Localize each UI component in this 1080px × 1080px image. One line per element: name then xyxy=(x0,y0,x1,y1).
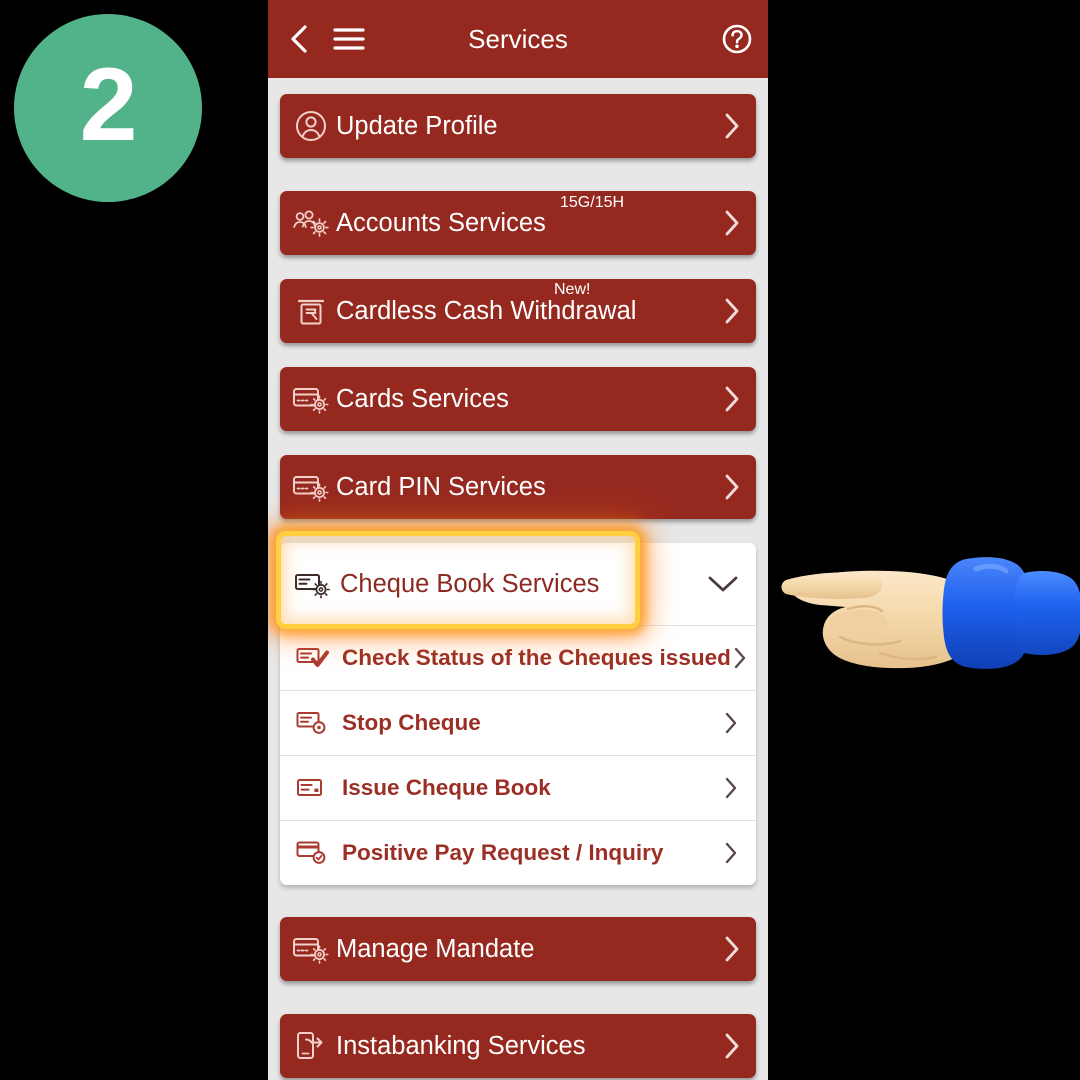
cheque-check-icon xyxy=(294,643,332,673)
chevron-down-icon[interactable] xyxy=(706,573,740,595)
submenu-label: Issue Cheque Book xyxy=(342,775,551,800)
card-gear-icon xyxy=(292,932,330,966)
submenu-label: Positive Pay Request / Inquiry xyxy=(342,840,664,865)
cheque-icon xyxy=(294,773,332,803)
chevron-right-icon xyxy=(731,645,749,671)
help-circle-icon[interactable] xyxy=(720,22,754,56)
card-gear-icon xyxy=(292,470,330,504)
cheque-approved-icon xyxy=(294,838,332,868)
hamburger-menu-icon[interactable] xyxy=(332,22,366,56)
accounts-gear-icon xyxy=(292,206,330,240)
chevron-right-icon xyxy=(722,111,742,141)
cheque-stop-icon xyxy=(294,708,332,738)
service-row-manage-mandate[interactable]: Manage Mandate xyxy=(280,917,756,981)
chevron-right-icon xyxy=(722,775,740,801)
chevron-right-icon xyxy=(722,472,742,502)
app-header: Services xyxy=(268,0,768,78)
service-row-accounts-services[interactable]: 15G/15H Accounts Services xyxy=(280,191,756,255)
service-label: Accounts Services xyxy=(336,208,546,237)
submenu-label: Stop Cheque xyxy=(342,710,481,735)
service-label: Update Profile xyxy=(336,111,498,140)
service-label: Cards Services xyxy=(336,384,509,413)
step-number-label: 2 xyxy=(79,47,138,163)
phone-screen: Services Update Profile 15G/15H Accounts… xyxy=(268,0,768,1080)
service-row-instabanking-services[interactable]: Instabanking Services xyxy=(280,1014,756,1078)
user-circle-icon xyxy=(292,109,330,143)
step-number-badge: 2 xyxy=(14,14,202,202)
chevron-right-icon xyxy=(722,934,742,964)
chevron-right-icon xyxy=(722,710,740,736)
chevron-right-icon xyxy=(722,384,742,414)
cheque-gear-icon xyxy=(294,568,332,600)
service-label: Instabanking Services xyxy=(336,1031,586,1060)
chevron-right-icon xyxy=(722,208,742,238)
services-list[interactable]: Update Profile 15G/15H Accounts Services… xyxy=(268,78,768,1080)
chevron-right-icon xyxy=(722,296,742,326)
chevron-right-icon xyxy=(722,1031,742,1061)
pointing-hand-cursor xyxy=(780,525,1080,705)
submenu-item-stop-cheque[interactable]: Stop Cheque xyxy=(280,690,756,755)
submenu-label: Check Status of the Cheques issued xyxy=(342,645,731,670)
service-row-card-pin-services[interactable]: Card PIN Services xyxy=(280,455,756,519)
service-row-cardless-cash-withdrawal[interactable]: New! Cardless Cash Withdrawal xyxy=(280,279,756,343)
chevron-right-icon xyxy=(722,840,740,866)
service-badge-15g15h: 15G/15H xyxy=(560,194,625,211)
chevron-left-icon[interactable] xyxy=(282,22,316,56)
screenshot-stage: 2 Services Update Profile 15G/15H Accoun… xyxy=(0,0,1080,1080)
service-badge-new: New! xyxy=(554,281,591,298)
atm-rupee-icon xyxy=(292,294,330,328)
expanded-group-cheque-book-services: Cheque Book Services Check Status of the… xyxy=(276,531,756,885)
submenu-item-check-status-of-the-cheques-issued[interactable]: Check Status of the Cheques issued xyxy=(280,625,756,690)
service-label: Card PIN Services xyxy=(336,472,546,501)
service-label: Cardless Cash Withdrawal xyxy=(336,296,637,325)
submenu-item-positive-pay-request-inquiry[interactable]: Positive Pay Request / Inquiry xyxy=(280,820,756,885)
group-header-cheque-book-services[interactable]: Cheque Book Services xyxy=(280,543,756,625)
service-row-cards-services[interactable]: Cards Services xyxy=(280,367,756,431)
mobile-hand-icon xyxy=(292,1029,330,1063)
service-label: Manage Mandate xyxy=(336,934,535,963)
group-label: Cheque Book Services xyxy=(340,569,600,598)
submenu-item-issue-cheque-book[interactable]: Issue Cheque Book xyxy=(280,755,756,820)
card-gear-icon xyxy=(292,382,330,416)
service-row-update-profile[interactable]: Update Profile xyxy=(280,94,756,158)
